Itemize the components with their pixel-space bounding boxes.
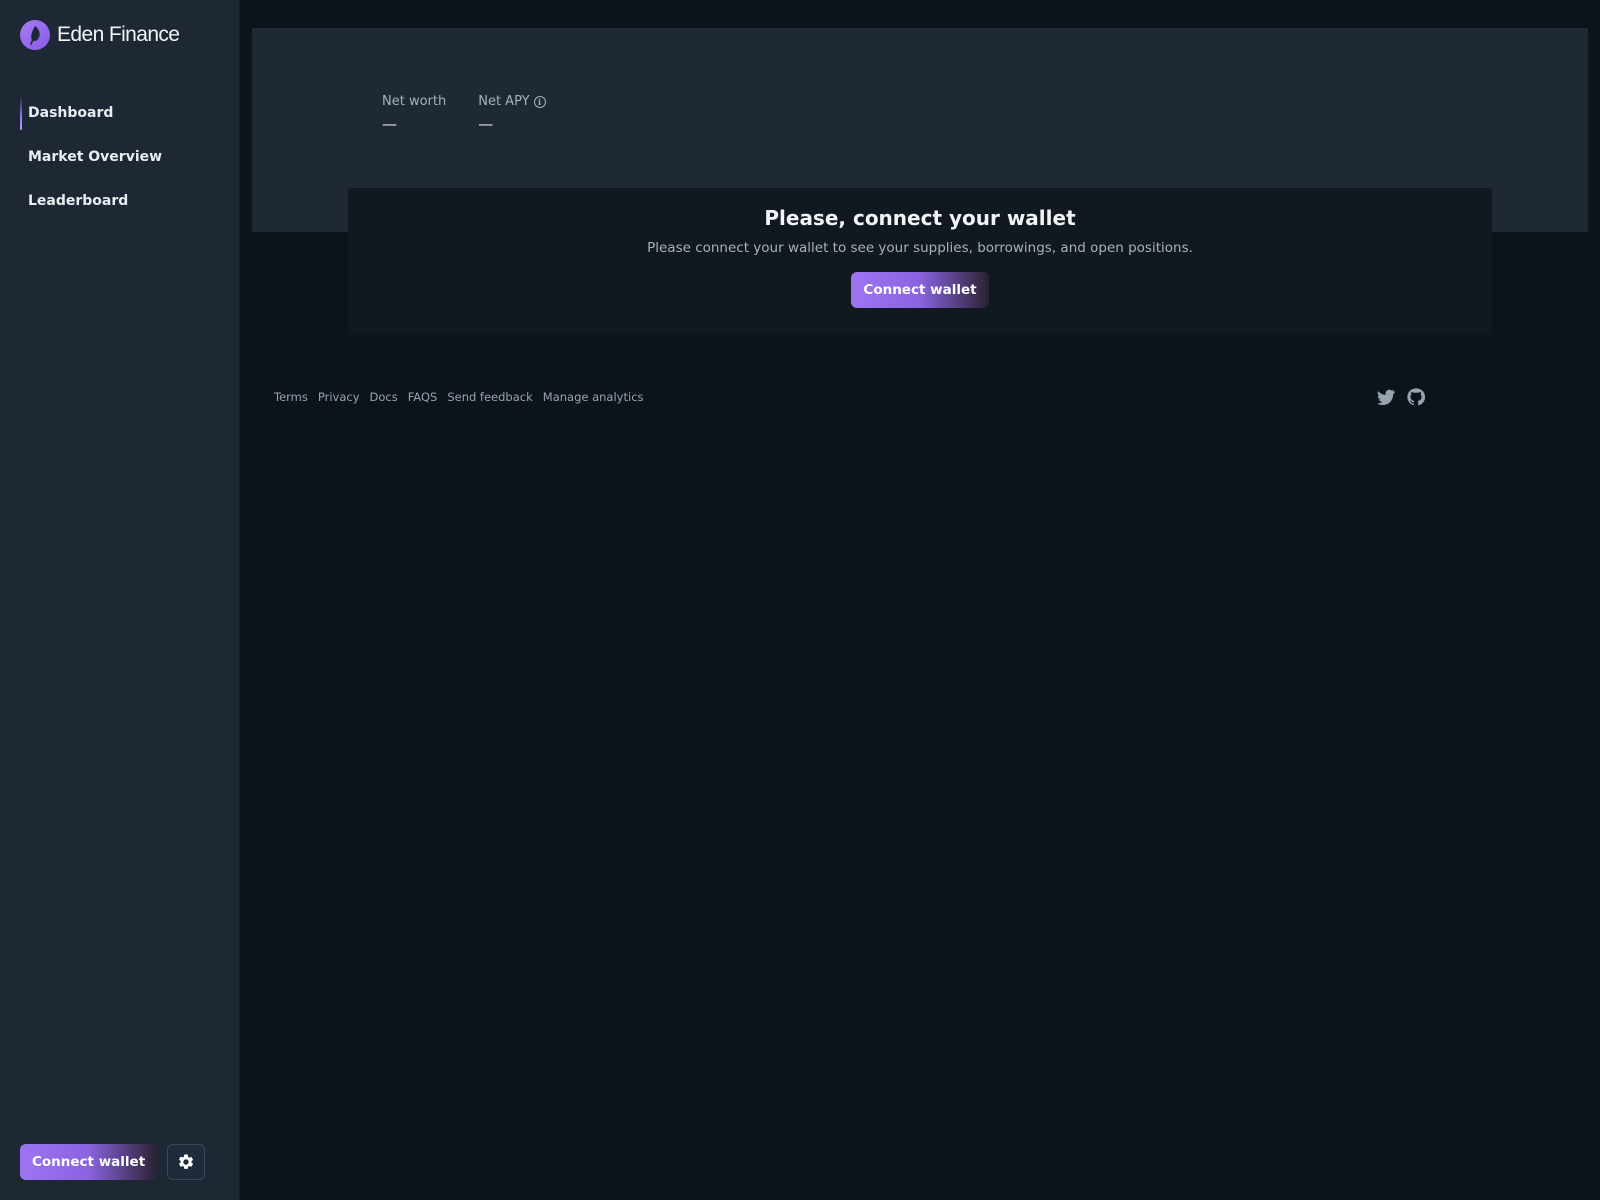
brand-name: Eden Finance	[57, 23, 180, 46]
net-worth-stat: Net worth —	[382, 94, 446, 133]
net-apy-value: —	[478, 115, 494, 133]
sidebar-item-dashboard[interactable]: Dashboard	[20, 96, 220, 130]
sidebar-item-leaderboard[interactable]: Leaderboard	[20, 184, 220, 218]
settings-button[interactable]	[167, 1144, 206, 1180]
footer-link-faqs[interactable]: FAQS	[408, 390, 438, 404]
footer-link-privacy[interactable]: Privacy	[318, 390, 360, 404]
connect-card-description: Please connect your wallet to see your s…	[647, 240, 1193, 256]
net-apy-label-row: Net APY i	[478, 94, 546, 109]
footer-link-send-feedback[interactable]: Send feedback	[447, 390, 532, 404]
sidebar: Eden Finance Dashboard Market Overview L…	[0, 0, 240, 1200]
info-icon[interactable]: i	[533, 95, 546, 108]
footer-social	[1376, 387, 1426, 407]
stats: Net worth — Net APY i —	[382, 94, 546, 133]
footer-link-docs[interactable]: Docs	[370, 390, 398, 404]
leaf-logo-icon	[20, 20, 50, 50]
footer-link-manage-analytics[interactable]: Manage analytics	[543, 390, 644, 404]
net-worth-label: Net worth	[382, 94, 447, 109]
connect-card-title: Please, connect your wallet	[764, 206, 1076, 230]
github-icon[interactable]	[1406, 387, 1426, 407]
gear-icon	[179, 1154, 194, 1169]
footer-link-terms[interactable]: Terms	[274, 390, 308, 404]
main-content: Net worth — Net APY i — Please, connect …	[241, 0, 1600, 1200]
sidebar-connect-wallet-button[interactable]: Connect wallet	[20, 1144, 158, 1180]
sidebar-nav: Dashboard Market Overview Leaderboard	[20, 96, 220, 228]
brand[interactable]: Eden Finance	[20, 20, 180, 50]
connect-wallet-button[interactable]: Connect wallet	[851, 272, 989, 308]
net-worth-value: —	[382, 115, 397, 133]
sidebar-footer: Connect wallet	[20, 1144, 206, 1180]
footer: Terms Privacy Docs FAQS Send feedback Ma…	[274, 387, 1426, 407]
net-apy-label: Net APY	[478, 94, 530, 109]
sidebar-item-market-overview[interactable]: Market Overview	[20, 140, 220, 174]
footer-links: Terms Privacy Docs FAQS Send feedback Ma…	[274, 390, 644, 404]
twitter-icon[interactable]	[1376, 387, 1396, 407]
connect-wallet-card: Please, connect your wallet Please conne…	[348, 188, 1492, 335]
net-apy-stat: Net APY i —	[478, 94, 546, 133]
